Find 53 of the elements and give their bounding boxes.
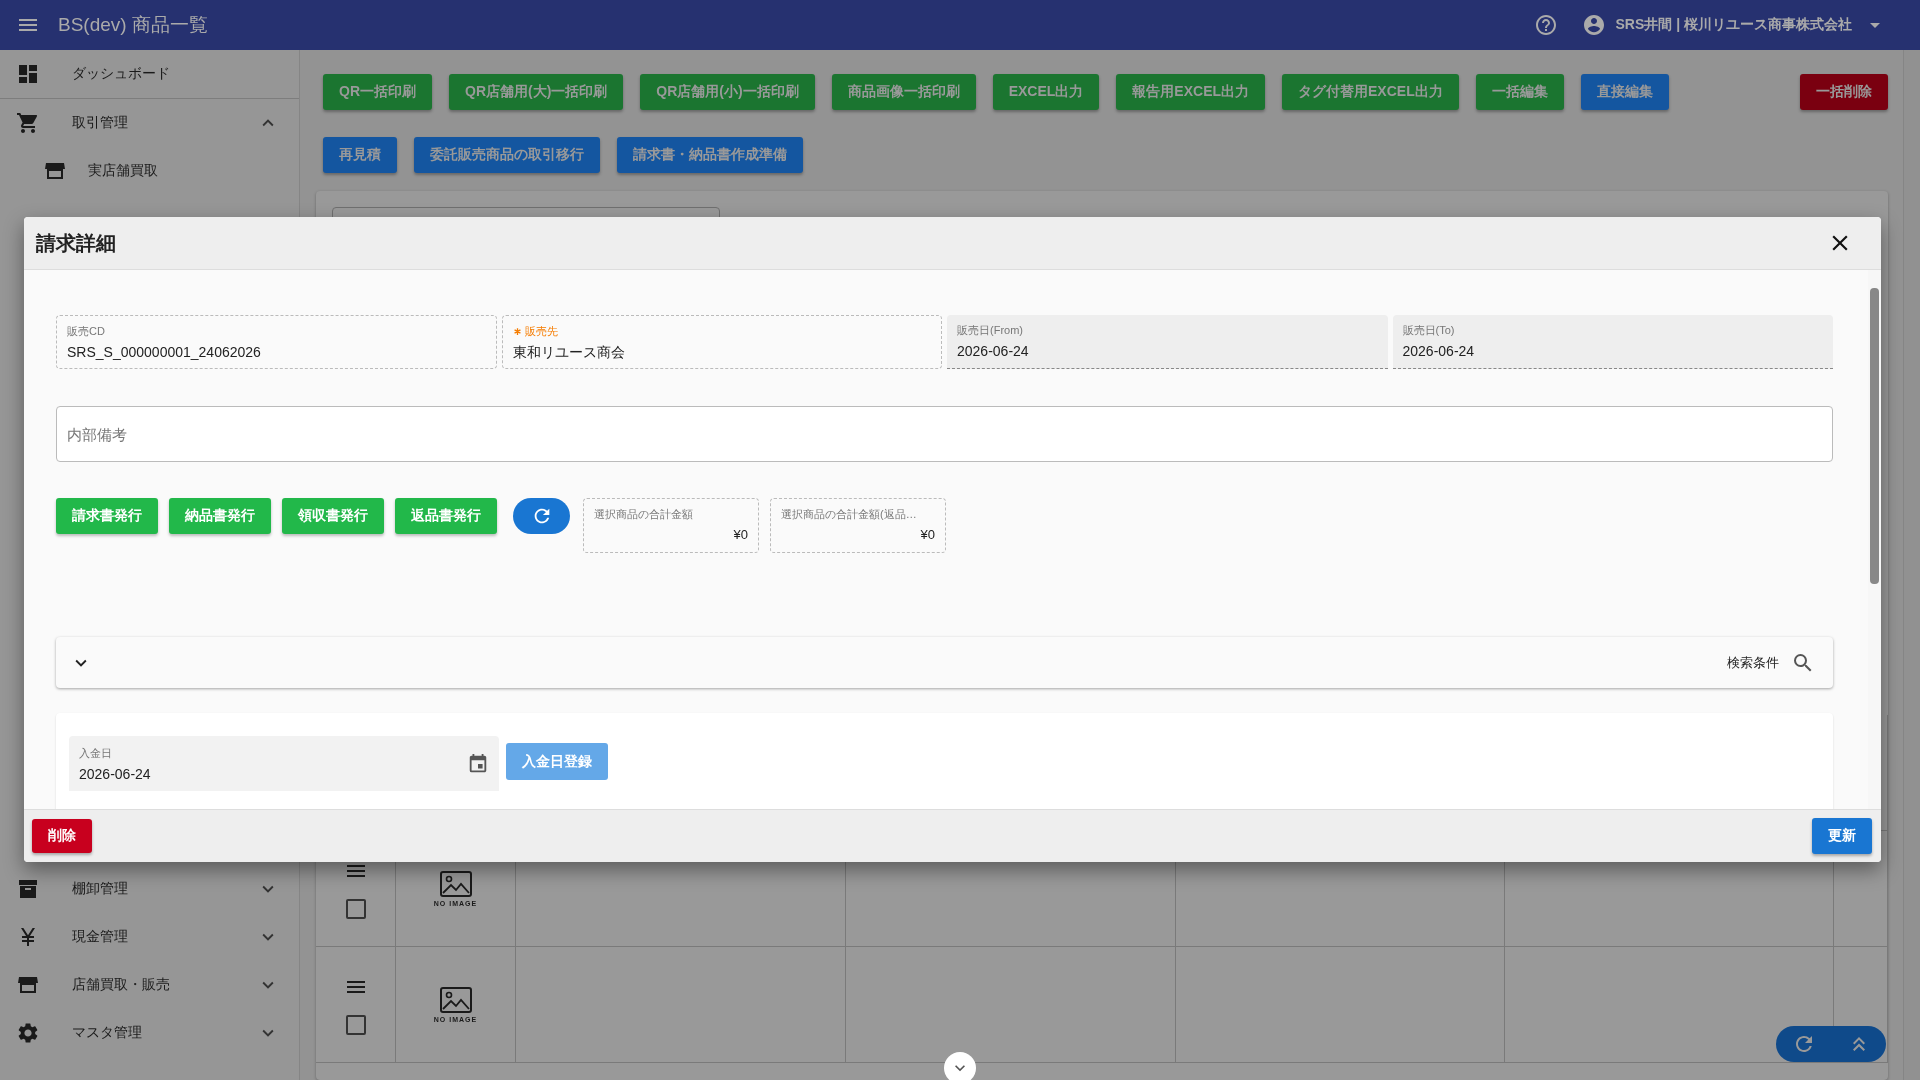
help-icon[interactable]	[1533, 13, 1558, 37]
box-icon	[16, 877, 40, 901]
issue-button[interactable]: 領収書発行	[282, 498, 384, 534]
readonly-field: 選択商品の合計金額(返品… ¥0	[770, 498, 946, 553]
issue-button[interactable]: 返品書発行	[395, 498, 497, 534]
settings-icon	[16, 1021, 40, 1045]
issue-button[interactable]: 請求書発行	[56, 498, 158, 534]
row-checkbox[interactable]	[345, 898, 366, 919]
calendar-icon[interactable]	[467, 752, 489, 775]
date-field[interactable]: 入金日 2026-06-24	[69, 736, 499, 791]
account-icon	[1581, 13, 1606, 37]
toolbar-button[interactable]: EXCEL出力	[992, 74, 1100, 110]
row-checkbox[interactable]	[345, 1014, 366, 1035]
caret-icon	[1870, 22, 1880, 28]
toolbar-button[interactable]: タグ付替用EXCEL出力	[1282, 74, 1459, 110]
input-field[interactable]: 内部備考	[56, 406, 1833, 462]
toolbar-button[interactable]: QR店舗用(小)一括印刷	[640, 74, 815, 110]
sidebar-item[interactable]: 取引管理	[0, 99, 299, 147]
input-field: 販売日(From) 2026-06-24	[947, 315, 1388, 369]
sidebar-item[interactable]: 実店舗買取	[0, 147, 299, 195]
image-icon	[439, 870, 472, 897]
dashboard-icon	[16, 62, 40, 86]
cart-icon	[16, 111, 40, 135]
sidebar-item[interactable]: 棚卸管理	[0, 865, 299, 913]
refresh-button[interactable]	[513, 498, 570, 534]
account-menu-button[interactable]: SRS井間 | 桜川リユース商事株式会社	[1581, 13, 1880, 37]
sidebar-item[interactable]: マスタ管理	[0, 1009, 299, 1057]
search-conditions-label: 検索条件	[1727, 653, 1779, 672]
toolbar-button[interactable]: 報告用EXCEL出力	[1116, 74, 1266, 110]
sidebar-item[interactable]: 現金管理	[0, 913, 299, 961]
toolbar-button[interactable]: QR一括印刷	[323, 74, 432, 110]
toolbar-button[interactable]: 一括編集	[1475, 74, 1564, 110]
toolbar-button[interactable]: QR店舗用(大)一括印刷	[449, 74, 624, 110]
input-field[interactable]: 販売CD SRS_S_000000001_24062026	[56, 315, 497, 369]
sidebar-item[interactable]: 店舗買取・販売	[0, 961, 299, 1009]
toolbar-button[interactable]: 直接編集	[1580, 74, 1669, 110]
input-field: 販売日(To) 2026-06-24	[1392, 315, 1833, 369]
toolbar-button[interactable]: 商品画像一括印刷	[831, 74, 976, 110]
toolbar-button[interactable]: 委託販売商品の取引移行	[414, 137, 600, 173]
toolbar-button[interactable]: 再見積	[323, 137, 397, 173]
sidebar-item[interactable]: ダッシュボード	[0, 50, 299, 98]
input-field[interactable]: 販売先 東和リユース商会	[501, 315, 942, 369]
dialog-scrollbar[interactable]	[1868, 270, 1881, 809]
update-button[interactable]: 更新	[1812, 818, 1872, 854]
image-icon	[439, 986, 472, 1013]
search-panel[interactable]: 検索条件	[56, 637, 1833, 688]
delete-button[interactable]: 削除	[32, 819, 92, 853]
toolbar-button[interactable]: 一括削除	[1800, 74, 1888, 110]
readonly-field: 選択商品の合計金額 ¥0	[583, 498, 759, 553]
app-title: BS(dev) 商品一覧	[58, 13, 208, 37]
dialog-title: 請求詳細	[36, 230, 116, 256]
toolbar-button[interactable]: 請求書・納品書作成準備	[617, 137, 803, 173]
issue-button[interactable]: 納品書発行	[169, 498, 271, 534]
